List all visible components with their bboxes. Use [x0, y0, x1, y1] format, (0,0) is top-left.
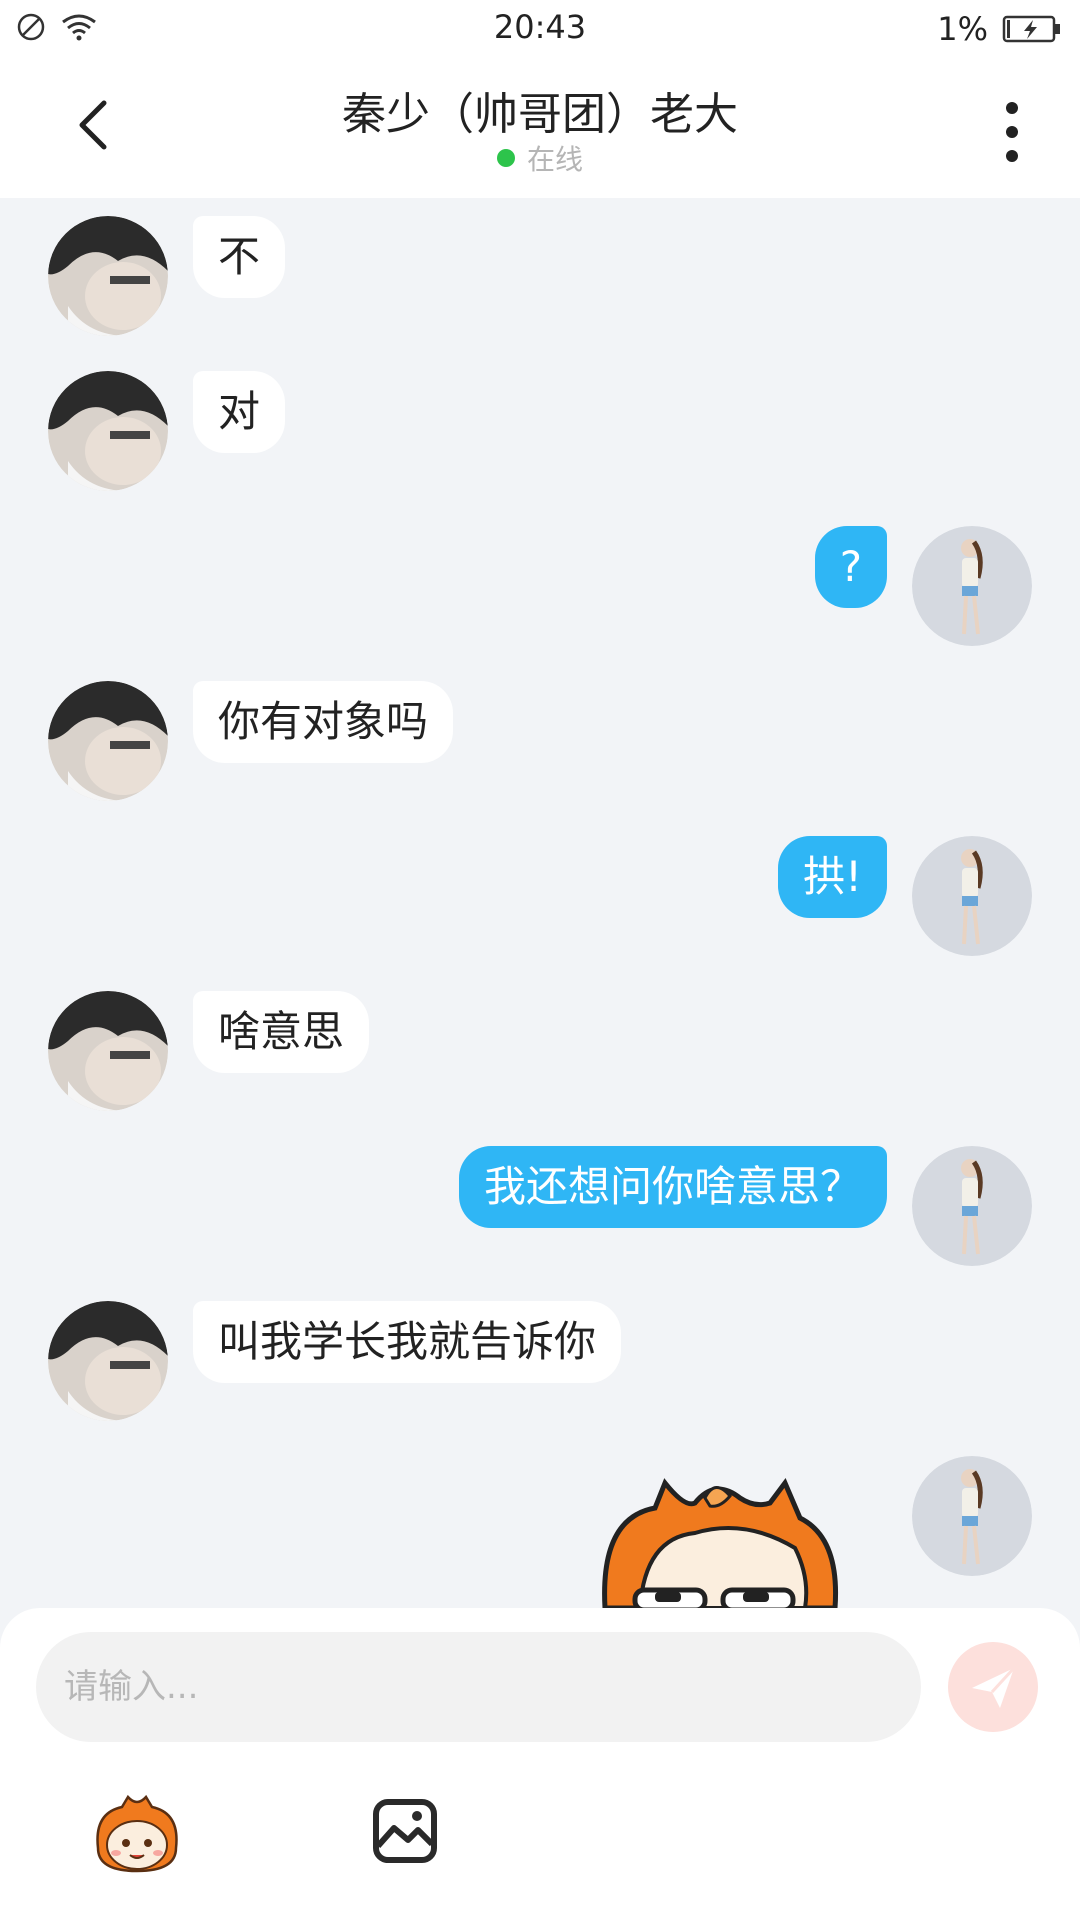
chat-header: 秦少（帅哥团）老大 在线	[0, 60, 1080, 198]
my-avatar[interactable]	[912, 526, 1032, 646]
message-bubble-incoming[interactable]: 你有对象吗	[193, 681, 454, 763]
image-button[interactable]	[372, 1798, 438, 1864]
contact-avatar[interactable]	[48, 216, 168, 336]
message-bubble-incoming[interactable]: 不	[193, 216, 286, 298]
my-avatar[interactable]	[912, 836, 1032, 956]
message-list[interactable]: 不 对 ? 你有对象吗 拱! 啥意思 我还想问你啥意思？ 叫我学长我就告诉你	[0, 198, 1080, 1608]
message-row: 叫我学长我就告诉你	[0, 1301, 1080, 1421]
online-status: 在线	[0, 138, 1080, 178]
paper-plane-icon	[972, 1666, 1016, 1708]
message-bubble-outgoing[interactable]: 拱!	[778, 836, 887, 918]
more-options-button[interactable]	[999, 102, 1025, 162]
contact-avatar[interactable]	[48, 1301, 168, 1421]
contact-avatar[interactable]	[48, 681, 168, 801]
contact-name: 秦少（帅哥团）老大	[342, 89, 738, 140]
send-button[interactable]	[948, 1642, 1038, 1732]
emoji-mascot-icon	[96, 1794, 178, 1873]
message-input[interactable]	[36, 1632, 921, 1742]
status-time: 20:43	[493, 8, 587, 46]
message-bubble-incoming[interactable]: 对	[193, 371, 286, 453]
message-bubble-outgoing[interactable]: ?	[814, 526, 887, 608]
status-icons-right: 1%	[937, 10, 1062, 48]
battery-percent: 1%	[937, 10, 988, 48]
message-row: 不	[0, 216, 1080, 336]
online-status-label: 在线	[526, 143, 583, 176]
message-row: 啥意思	[0, 991, 1080, 1111]
contact-avatar[interactable]	[48, 371, 168, 491]
message-row: 我还想问你啥意思？	[0, 1146, 1080, 1266]
my-avatar[interactable]	[912, 1146, 1032, 1266]
online-dot-icon	[496, 149, 515, 167]
battery-charging-icon	[1002, 15, 1060, 43]
message-row: 拱!	[0, 836, 1080, 956]
message-bubble-incoming[interactable]: 叫我学长我就告诉你	[193, 1301, 622, 1383]
more-vertical-icon	[1006, 102, 1018, 114]
message-row: 对	[0, 371, 1080, 491]
message-row	[0, 1456, 1080, 1576]
status-bar: 20:43 1%	[0, 0, 1080, 60]
my-avatar[interactable]	[912, 1456, 1032, 1576]
cartoon-sticker-icon	[602, 1478, 839, 1608]
message-input-container	[36, 1632, 921, 1742]
composer-panel	[0, 1608, 1080, 1920]
message-row: ?	[0, 526, 1080, 646]
message-bubble-incoming[interactable]: 啥意思	[193, 991, 370, 1073]
contact-avatar[interactable]	[48, 991, 168, 1111]
emoji-button[interactable]	[92, 1793, 182, 1873]
message-row: 你有对象吗	[0, 681, 1080, 801]
sticker-message[interactable]	[595, 1478, 840, 1608]
image-icon	[373, 1799, 437, 1863]
message-bubble-outgoing[interactable]: 我还想问你啥意思？	[458, 1146, 887, 1228]
